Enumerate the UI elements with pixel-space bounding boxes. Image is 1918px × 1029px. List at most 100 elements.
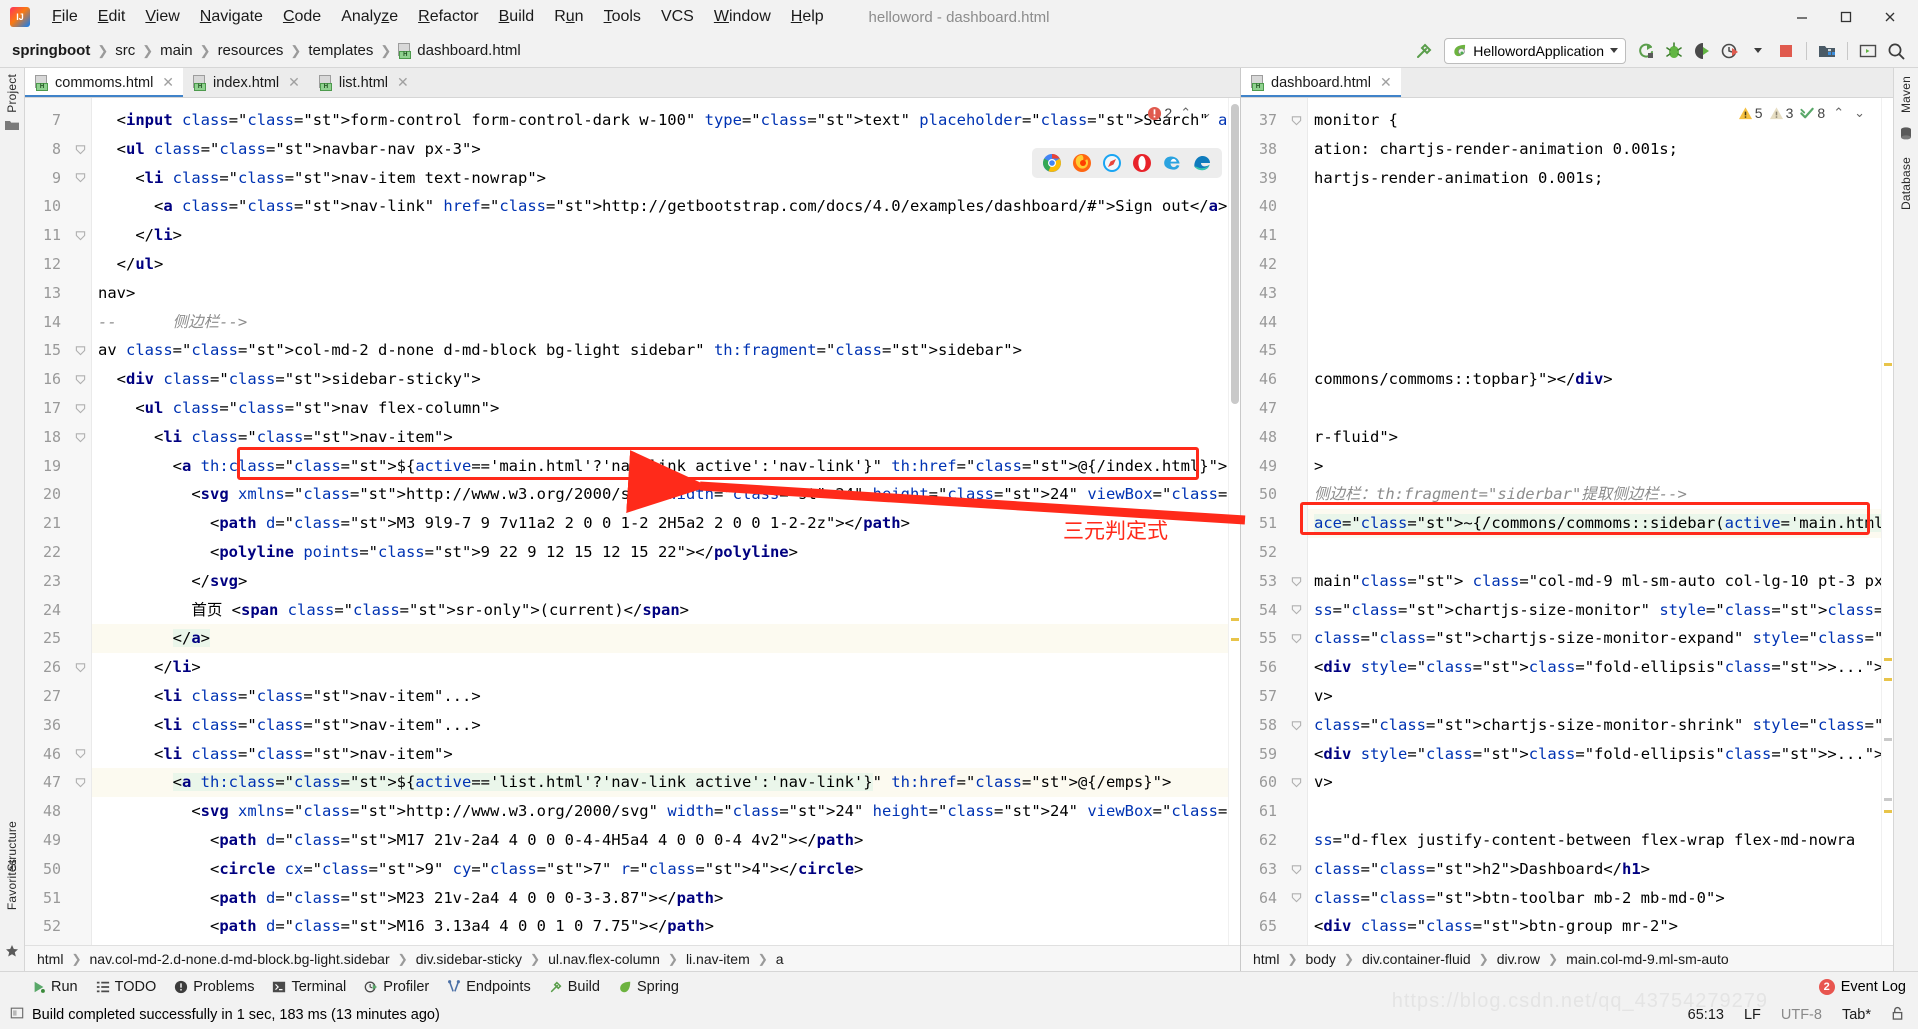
warning-marker[interactable] [1231, 638, 1239, 641]
right-fold-column[interactable] [1285, 98, 1307, 945]
fold-marker[interactable] [1285, 740, 1307, 769]
right-gutter[interactable]: 37 38 39 40 41 42 43 44 45 46 47 48 49 50 51 52 53 54 55 56… [1241, 98, 1308, 945]
debug-icon[interactable] [1660, 38, 1688, 64]
code-line[interactable]: -- 侧边栏--> [92, 308, 1228, 337]
menu-view[interactable]: View [135, 5, 189, 29]
fold-marker[interactable] [69, 740, 91, 769]
left-code-text[interactable]: <input class="class="st">form-control fo… [92, 98, 1228, 945]
fold-marker[interactable] [69, 855, 91, 884]
code-line[interactable]: ation: chartjs-render-animation 0.001s; [1308, 135, 1881, 164]
left-error-stripe[interactable] [1228, 98, 1240, 945]
fold-marker[interactable] [1285, 624, 1307, 653]
code-line[interactable]: <div class="class="st">btn-group mr-2"> [1308, 912, 1881, 941]
code-line[interactable] [1308, 394, 1881, 423]
close-icon[interactable]: ✕ [288, 74, 300, 91]
fold-marker[interactable] [1285, 797, 1307, 826]
bottom-item-profiler[interactable]: Profiler [360, 979, 443, 995]
editor-crumb-row[interactable]: div.row [1497, 951, 1540, 967]
bottom-item-build[interactable]: Build [545, 979, 614, 995]
close-icon[interactable]: ✕ [162, 74, 174, 91]
fold-marker[interactable] [69, 221, 91, 250]
fold-marker[interactable] [1285, 365, 1307, 394]
code-line[interactable]: v> [1308, 768, 1881, 797]
menu-build[interactable]: Build [489, 5, 545, 29]
warning-marker[interactable] [1884, 658, 1892, 661]
code-line[interactable]: <polyline points="class="st">9 22 9 12 1… [92, 538, 1228, 567]
fold-marker[interactable] [69, 768, 91, 797]
info-marker[interactable] [1884, 798, 1892, 801]
code-line[interactable]: <a class="class="st">nav-link" href="cla… [92, 192, 1228, 221]
menu-help[interactable]: Help [781, 5, 834, 29]
fold-marker[interactable] [69, 653, 91, 682]
fold-marker[interactable] [1285, 394, 1307, 423]
fold-marker[interactable] [1285, 308, 1307, 337]
search-everywhere-icon[interactable] [1882, 38, 1910, 64]
fold-marker[interactable] [69, 682, 91, 711]
fold-marker[interactable] [69, 394, 91, 423]
code-line[interactable]: <li class="class="st">nav-item"...> [92, 682, 1228, 711]
fold-marker[interactable] [69, 480, 91, 509]
code-line[interactable]: v> [1308, 682, 1881, 711]
weak-warning-count[interactable]: 3 [1769, 105, 1793, 121]
code-line[interactable]: </a> [92, 624, 1228, 654]
breadcrumb-src[interactable]: src [115, 42, 135, 59]
fold-marker[interactable] [1285, 912, 1307, 941]
checks-count[interactable]: 8 [1799, 105, 1825, 121]
fold-marker[interactable] [69, 884, 91, 913]
rerun-icon[interactable] [1632, 38, 1660, 64]
project-structure-icon[interactable] [1813, 38, 1841, 64]
prev-problem-icon[interactable]: ⌃ [1831, 105, 1846, 121]
opera-icon[interactable] [1132, 153, 1152, 173]
next-problem-icon[interactable]: ⌄ [1852, 105, 1867, 121]
code-line[interactable] [1308, 797, 1881, 826]
editor-crumb-div[interactable]: div.sidebar-sticky [416, 951, 522, 967]
stop-icon[interactable] [1772, 38, 1800, 64]
code-line[interactable] [1308, 308, 1881, 337]
warning-marker[interactable] [1884, 810, 1892, 813]
code-line[interactable]: <div style="class="st">class="fold-ellip… [1308, 653, 1881, 682]
code-line[interactable]: <a th:class="class="st">${active=='list.… [92, 768, 1228, 798]
tab-index-html[interactable]: H index.html ✕ [183, 68, 309, 97]
fold-marker[interactable] [1285, 538, 1307, 567]
sidebar-item-database[interactable]: Database [1899, 157, 1913, 210]
fold-marker[interactable] [1285, 826, 1307, 855]
code-line[interactable]: <path d="class="st">M17 21v-2a4 4 0 0 0-… [92, 826, 1228, 855]
fold-marker[interactable] [1285, 221, 1307, 250]
code-line[interactable]: <ul class="class="st">nav flex-column"> [92, 394, 1228, 423]
code-line[interactable]: <a th:class="class="st">${active=='main.… [92, 452, 1228, 481]
code-line[interactable] [1308, 336, 1881, 365]
fold-marker[interactable] [69, 164, 91, 193]
fold-marker[interactable] [69, 538, 91, 567]
ie-icon[interactable] [1162, 153, 1182, 173]
left-editor-body[interactable]: 7 8 9 10 11 12 13 14 15 16 17 18 19 20 21 22 23 24 25 26 27 3… [25, 98, 1240, 945]
warning-count[interactable]: 5 [1738, 105, 1763, 121]
fold-marker[interactable] [69, 452, 91, 481]
fold-marker[interactable] [69, 711, 91, 740]
breadcrumb-main[interactable]: main [160, 42, 193, 59]
sidebar-item-maven[interactable]: Maven [1899, 76, 1913, 113]
left-fold-column[interactable] [69, 98, 91, 945]
editor-crumb-ul[interactable]: ul.nav.flex-column [548, 951, 660, 967]
chevron-down-icon[interactable] [1610, 48, 1618, 53]
fold-marker[interactable] [1285, 855, 1307, 884]
vertical-scrollbar[interactable] [1231, 104, 1239, 404]
profiler-icon[interactable] [1716, 38, 1744, 64]
editor-crumb-li[interactable]: li.nav-item [686, 951, 750, 967]
menu-edit[interactable]: Edit [88, 5, 136, 29]
editor-crumb-nav[interactable]: nav.col-md-2.d-none.d-md-block.bg-light.… [90, 951, 390, 967]
code-line[interactable]: main"class="st"> class="col-md-9 ml-sm-a… [1308, 567, 1881, 596]
editor-crumb-html[interactable]: html [1253, 951, 1279, 967]
code-line[interactable]: <input class="class="st">form-control fo… [92, 106, 1228, 135]
code-line[interactable]: <svg xmlns="class="st">http://www.w3.org… [92, 480, 1228, 509]
close-icon[interactable]: ✕ [1380, 74, 1392, 91]
right-error-stripe[interactable] [1881, 98, 1893, 945]
lock-icon[interactable] [1891, 1006, 1904, 1025]
fold-marker[interactable] [69, 135, 91, 164]
code-line[interactable]: hartjs-render-animation 0.001s; [1308, 164, 1881, 193]
code-line[interactable]: <li class="class="st">nav-item"...> [92, 711, 1228, 740]
right-editor-body[interactable]: 37 38 39 40 41 42 43 44 45 46 47 48 49 50 51 52 53 54 55 56… [1241, 98, 1893, 945]
fold-marker[interactable] [69, 596, 91, 625]
code-line[interactable]: class="class="st">btn-toolbar mb-2 mb-md… [1308, 884, 1881, 913]
menu-run[interactable]: Run [544, 5, 593, 29]
code-line[interactable]: class="class="st">chartjs-size-monitor-s… [1308, 711, 1881, 740]
